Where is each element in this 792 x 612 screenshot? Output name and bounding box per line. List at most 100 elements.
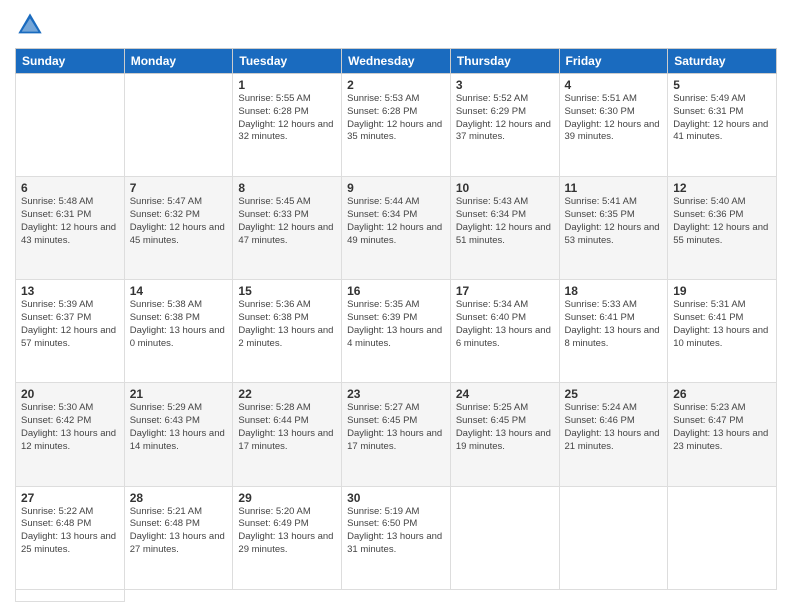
day-info: Sunrise: 5:51 AM Sunset: 6:30 PM Dayligh… <box>565 93 663 144</box>
day-number: 4 <box>565 78 663 92</box>
day-info: Sunrise: 5:53 AM Sunset: 6:28 PM Dayligh… <box>347 93 445 144</box>
day-cell-5: 5Sunrise: 5:49 AM Sunset: 6:31 PM Daylig… <box>668 74 777 177</box>
day-cell-13: 13Sunrise: 5:39 AM Sunset: 6:37 PM Dayli… <box>16 280 125 383</box>
empty-cell <box>16 74 125 177</box>
day-info: Sunrise: 5:22 AM Sunset: 6:48 PM Dayligh… <box>21 506 119 557</box>
calendar-row: 20Sunrise: 5:30 AM Sunset: 6:42 PM Dayli… <box>16 383 777 486</box>
day-number: 5 <box>673 78 771 92</box>
day-number: 11 <box>565 181 663 195</box>
day-info: Sunrise: 5:31 AM Sunset: 6:41 PM Dayligh… <box>673 299 771 350</box>
day-number: 21 <box>130 387 228 401</box>
day-number: 26 <box>673 387 771 401</box>
day-cell-8: 8Sunrise: 5:45 AM Sunset: 6:33 PM Daylig… <box>233 177 342 280</box>
day-info: Sunrise: 5:52 AM Sunset: 6:29 PM Dayligh… <box>456 93 554 144</box>
day-number: 25 <box>565 387 663 401</box>
day-cell-12: 12Sunrise: 5:40 AM Sunset: 6:36 PM Dayli… <box>668 177 777 280</box>
day-cell-15: 15Sunrise: 5:36 AM Sunset: 6:38 PM Dayli… <box>233 280 342 383</box>
day-cell-14: 14Sunrise: 5:38 AM Sunset: 6:38 PM Dayli… <box>124 280 233 383</box>
day-number: 6 <box>21 181 119 195</box>
day-number: 30 <box>347 491 445 505</box>
day-number: 13 <box>21 284 119 298</box>
day-info: Sunrise: 5:48 AM Sunset: 6:31 PM Dayligh… <box>21 196 119 247</box>
day-info: Sunrise: 5:33 AM Sunset: 6:41 PM Dayligh… <box>565 299 663 350</box>
day-number: 3 <box>456 78 554 92</box>
day-number: 28 <box>130 491 228 505</box>
day-number: 7 <box>130 181 228 195</box>
day-info: Sunrise: 5:40 AM Sunset: 6:36 PM Dayligh… <box>673 196 771 247</box>
day-cell-9: 9Sunrise: 5:44 AM Sunset: 6:34 PM Daylig… <box>342 177 451 280</box>
day-number: 14 <box>130 284 228 298</box>
day-number: 29 <box>238 491 336 505</box>
day-cell-18: 18Sunrise: 5:33 AM Sunset: 6:41 PM Dayli… <box>559 280 668 383</box>
day-info: Sunrise: 5:41 AM Sunset: 6:35 PM Dayligh… <box>565 196 663 247</box>
day-cell-23: 23Sunrise: 5:27 AM Sunset: 6:45 PM Dayli… <box>342 383 451 486</box>
day-cell-30: 30Sunrise: 5:19 AM Sunset: 6:50 PM Dayli… <box>342 486 451 589</box>
day-cell-26: 26Sunrise: 5:23 AM Sunset: 6:47 PM Dayli… <box>668 383 777 486</box>
weekday-monday: Monday <box>124 49 233 74</box>
day-number: 12 <box>673 181 771 195</box>
day-number: 8 <box>238 181 336 195</box>
day-number: 10 <box>456 181 554 195</box>
day-number: 22 <box>238 387 336 401</box>
day-cell-28: 28Sunrise: 5:21 AM Sunset: 6:48 PM Dayli… <box>124 486 233 589</box>
day-cell-6: 6Sunrise: 5:48 AM Sunset: 6:31 PM Daylig… <box>16 177 125 280</box>
day-info: Sunrise: 5:38 AM Sunset: 6:38 PM Dayligh… <box>130 299 228 350</box>
day-cell-20: 20Sunrise: 5:30 AM Sunset: 6:42 PM Dayli… <box>16 383 125 486</box>
day-info: Sunrise: 5:44 AM Sunset: 6:34 PM Dayligh… <box>347 196 445 247</box>
day-cell-4: 4Sunrise: 5:51 AM Sunset: 6:30 PM Daylig… <box>559 74 668 177</box>
weekday-friday: Friday <box>559 49 668 74</box>
day-info: Sunrise: 5:36 AM Sunset: 6:38 PM Dayligh… <box>238 299 336 350</box>
weekday-wednesday: Wednesday <box>342 49 451 74</box>
page: SundayMondayTuesdayWednesdayThursdayFrid… <box>0 0 792 612</box>
weekday-thursday: Thursday <box>450 49 559 74</box>
day-info: Sunrise: 5:45 AM Sunset: 6:33 PM Dayligh… <box>238 196 336 247</box>
day-info: Sunrise: 5:29 AM Sunset: 6:43 PM Dayligh… <box>130 402 228 453</box>
day-info: Sunrise: 5:34 AM Sunset: 6:40 PM Dayligh… <box>456 299 554 350</box>
day-number: 20 <box>21 387 119 401</box>
day-number: 23 <box>347 387 445 401</box>
day-cell-25: 25Sunrise: 5:24 AM Sunset: 6:46 PM Dayli… <box>559 383 668 486</box>
header <box>15 10 777 40</box>
calendar-table: SundayMondayTuesdayWednesdayThursdayFrid… <box>15 48 777 602</box>
day-info: Sunrise: 5:30 AM Sunset: 6:42 PM Dayligh… <box>21 402 119 453</box>
day-cell-16: 16Sunrise: 5:35 AM Sunset: 6:39 PM Dayli… <box>342 280 451 383</box>
day-info: Sunrise: 5:21 AM Sunset: 6:48 PM Dayligh… <box>130 506 228 557</box>
day-number: 9 <box>347 181 445 195</box>
weekday-tuesday: Tuesday <box>233 49 342 74</box>
calendar-row: 6Sunrise: 5:48 AM Sunset: 6:31 PM Daylig… <box>16 177 777 280</box>
empty-cell <box>124 74 233 177</box>
day-info: Sunrise: 5:25 AM Sunset: 6:45 PM Dayligh… <box>456 402 554 453</box>
day-number: 16 <box>347 284 445 298</box>
calendar-row <box>16 589 777 601</box>
weekday-saturday: Saturday <box>668 49 777 74</box>
day-cell-22: 22Sunrise: 5:28 AM Sunset: 6:44 PM Dayli… <box>233 383 342 486</box>
day-number: 19 <box>673 284 771 298</box>
day-cell-29: 29Sunrise: 5:20 AM Sunset: 6:49 PM Dayli… <box>233 486 342 589</box>
day-info: Sunrise: 5:24 AM Sunset: 6:46 PM Dayligh… <box>565 402 663 453</box>
day-info: Sunrise: 5:49 AM Sunset: 6:31 PM Dayligh… <box>673 93 771 144</box>
day-cell-2: 2Sunrise: 5:53 AM Sunset: 6:28 PM Daylig… <box>342 74 451 177</box>
calendar-row: 1Sunrise: 5:55 AM Sunset: 6:28 PM Daylig… <box>16 74 777 177</box>
day-cell-21: 21Sunrise: 5:29 AM Sunset: 6:43 PM Dayli… <box>124 383 233 486</box>
weekday-sunday: Sunday <box>16 49 125 74</box>
day-info: Sunrise: 5:43 AM Sunset: 6:34 PM Dayligh… <box>456 196 554 247</box>
day-cell-11: 11Sunrise: 5:41 AM Sunset: 6:35 PM Dayli… <box>559 177 668 280</box>
day-number: 2 <box>347 78 445 92</box>
empty-cell <box>559 486 668 589</box>
empty-cell <box>16 589 125 601</box>
day-info: Sunrise: 5:20 AM Sunset: 6:49 PM Dayligh… <box>238 506 336 557</box>
calendar-row: 13Sunrise: 5:39 AM Sunset: 6:37 PM Dayli… <box>16 280 777 383</box>
day-cell-3: 3Sunrise: 5:52 AM Sunset: 6:29 PM Daylig… <box>450 74 559 177</box>
day-number: 15 <box>238 284 336 298</box>
day-cell-10: 10Sunrise: 5:43 AM Sunset: 6:34 PM Dayli… <box>450 177 559 280</box>
day-number: 18 <box>565 284 663 298</box>
day-number: 1 <box>238 78 336 92</box>
empty-cell <box>668 486 777 589</box>
day-info: Sunrise: 5:39 AM Sunset: 6:37 PM Dayligh… <box>21 299 119 350</box>
day-cell-7: 7Sunrise: 5:47 AM Sunset: 6:32 PM Daylig… <box>124 177 233 280</box>
day-info: Sunrise: 5:19 AM Sunset: 6:50 PM Dayligh… <box>347 506 445 557</box>
day-cell-17: 17Sunrise: 5:34 AM Sunset: 6:40 PM Dayli… <box>450 280 559 383</box>
day-cell-24: 24Sunrise: 5:25 AM Sunset: 6:45 PM Dayli… <box>450 383 559 486</box>
day-info: Sunrise: 5:55 AM Sunset: 6:28 PM Dayligh… <box>238 93 336 144</box>
day-number: 17 <box>456 284 554 298</box>
